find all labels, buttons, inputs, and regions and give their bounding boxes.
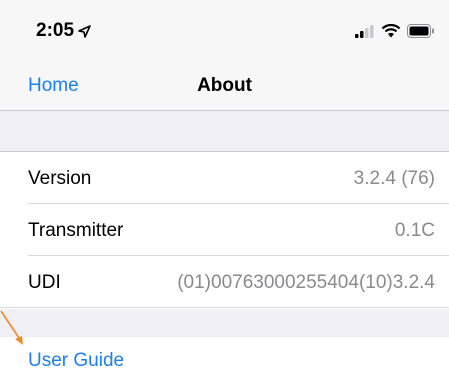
status-time: 2:05 [36, 20, 91, 42]
info-list: Version 3.2.4 (76) Transmitter 0.1C UDI … [0, 152, 449, 308]
list-item-transmitter: Transmitter 0.1C [0, 204, 449, 256]
location-arrow-icon [78, 24, 91, 38]
list-item-udi: UDI (01)00763000255404(10)3.2.4 [0, 256, 449, 308]
section-spacer [0, 111, 449, 152]
navigation-bar: Home About [0, 64, 449, 111]
status-icons [355, 24, 435, 38]
battery-icon [407, 24, 434, 38]
row-label: Transmitter [28, 220, 124, 241]
annotation-arrow-icon [0, 310, 23, 345]
wifi-icon [381, 24, 401, 38]
status-bar: 2:05 [0, 0, 449, 64]
section-spacer [0, 309, 449, 337]
signal-icon [355, 24, 374, 38]
row-label: UDI [28, 272, 61, 293]
row-value: 0.1C [394, 220, 435, 241]
time-label: 2:05 [36, 20, 75, 41]
row-separator [0, 307, 449, 308]
page-title: About [197, 75, 252, 96]
row-label: Version [28, 168, 92, 189]
user-guide-row[interactable]: User Guide [0, 337, 449, 371]
row-value: 3.2.4 (76) [353, 168, 435, 189]
row-value: (01)00763000255404(10)3.2.4 [177, 272, 435, 293]
list-item-version: Version 3.2.4 (76) [0, 152, 449, 204]
user-guide-link[interactable]: User Guide [28, 350, 124, 372]
